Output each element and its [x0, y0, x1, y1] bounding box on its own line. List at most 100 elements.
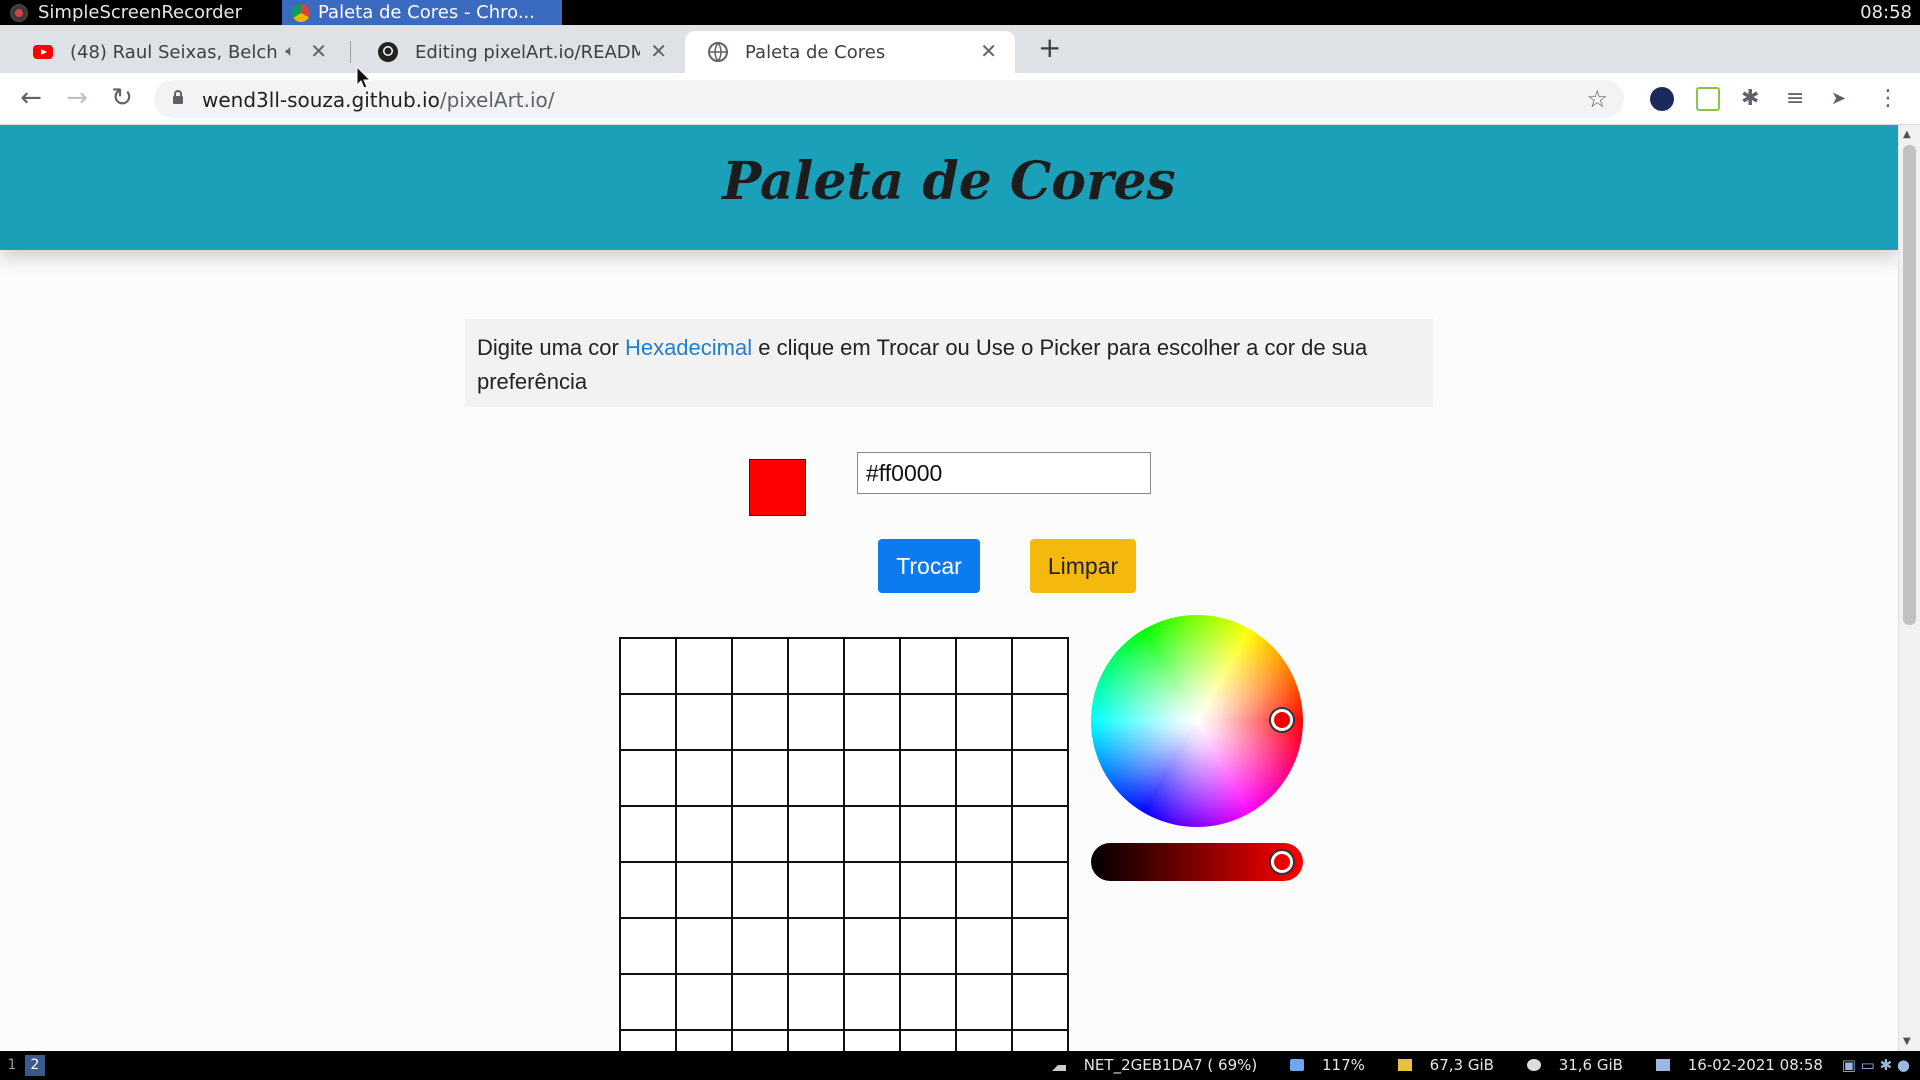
- pixel-cell[interactable]: [789, 863, 845, 919]
- tab-youtube[interactable]: (48) Raul Seixas, Belch 🔈︎ ✕: [10, 31, 345, 73]
- tab-paleta[interactable]: Paleta de Cores ✕: [685, 31, 1015, 73]
- pixel-cell[interactable]: [789, 1031, 845, 1051]
- pixel-cell[interactable]: [1013, 639, 1069, 695]
- pixel-cell[interactable]: [901, 695, 957, 751]
- pixel-cell[interactable]: [733, 751, 789, 807]
- pixel-cell[interactable]: [733, 863, 789, 919]
- pixel-cell[interactable]: [1013, 863, 1069, 919]
- tab-github[interactable]: Editing pixelArt.io/README ✕: [355, 31, 685, 73]
- workspace-1[interactable]: 1: [2, 1055, 22, 1076]
- pixel-cell[interactable]: [845, 863, 901, 919]
- pixel-cell[interactable]: [733, 639, 789, 695]
- pixel-cell[interactable]: [677, 863, 733, 919]
- taskbar-item-chrome[interactable]: Paleta de Cores - Chro...: [282, 0, 562, 25]
- pixel-cell[interactable]: [901, 863, 957, 919]
- forward-button[interactable]: →: [62, 85, 92, 111]
- pixel-cell[interactable]: [621, 919, 677, 975]
- media-control-icon[interactable]: ≡: [1786, 87, 1810, 111]
- pixel-cell[interactable]: [901, 975, 957, 1031]
- extension-sheet-icon[interactable]: [1696, 87, 1720, 111]
- pixel-cell[interactable]: [845, 807, 901, 863]
- scroll-up-arrow-icon[interactable]: ▲: [1903, 129, 1911, 140]
- pixel-cell[interactable]: [901, 1031, 957, 1051]
- pixel-cell[interactable]: [677, 639, 733, 695]
- pixel-cell[interactable]: [901, 919, 957, 975]
- pixel-cell[interactable]: [957, 1031, 1013, 1051]
- pixel-cell[interactable]: [957, 807, 1013, 863]
- pixel-cell[interactable]: [789, 751, 845, 807]
- close-tab-icon[interactable]: ✕: [310, 39, 327, 63]
- pixel-cell[interactable]: [1013, 919, 1069, 975]
- scroll-down-arrow-icon[interactable]: ▼: [1903, 1036, 1911, 1047]
- hexadecimal-link[interactable]: Hexadecimal: [625, 335, 752, 360]
- volume-status[interactable]: 117%: [1276, 1056, 1365, 1074]
- pixel-cell[interactable]: [845, 695, 901, 751]
- pixel-cell[interactable]: [789, 807, 845, 863]
- tray-icons[interactable]: ▣ ▭ ✱ ●: [1842, 1056, 1910, 1074]
- pixel-cell[interactable]: [901, 751, 957, 807]
- pixel-cell[interactable]: [789, 695, 845, 751]
- back-button[interactable]: ←: [16, 85, 46, 111]
- hex-color-input[interactable]: [857, 452, 1151, 494]
- pixel-cell[interactable]: [677, 695, 733, 751]
- limpar-button[interactable]: Limpar: [1030, 539, 1136, 593]
- extensions-puzzle-icon[interactable]: ✱: [1741, 87, 1765, 111]
- pixel-cell[interactable]: [901, 639, 957, 695]
- pixel-cell[interactable]: [845, 919, 901, 975]
- taskbar-item-screenrecorder[interactable]: SimpleScreenRecorder: [0, 0, 270, 25]
- pixel-cell[interactable]: [621, 639, 677, 695]
- pixel-cell[interactable]: [1013, 1031, 1069, 1051]
- bookmark-star-icon[interactable]: ☆: [1586, 85, 1608, 113]
- pixel-cell[interactable]: [957, 863, 1013, 919]
- pixel-cell[interactable]: [733, 1031, 789, 1051]
- pixel-cell[interactable]: [845, 975, 901, 1031]
- color-wheel-handle[interactable]: [1271, 709, 1293, 731]
- extension-arrow-icon[interactable]: ➤: [1831, 87, 1855, 111]
- network-status[interactable]: NET_2GEB1DA7 ( 69%): [1038, 1056, 1257, 1074]
- pixel-cell[interactable]: [677, 1031, 733, 1051]
- pixel-cell[interactable]: [845, 751, 901, 807]
- pixel-cell[interactable]: [1013, 695, 1069, 751]
- new-tab-button[interactable]: +: [1038, 33, 1061, 63]
- pixel-cell[interactable]: [621, 975, 677, 1031]
- scrollbar-thumb[interactable]: [1903, 145, 1916, 625]
- pixel-cell[interactable]: [733, 807, 789, 863]
- pixel-cell[interactable]: [845, 1031, 901, 1051]
- pixel-cell[interactable]: [733, 695, 789, 751]
- pixel-cell[interactable]: [957, 919, 1013, 975]
- pixel-cell[interactable]: [789, 975, 845, 1031]
- pixel-cell[interactable]: [677, 751, 733, 807]
- selected-color-swatch[interactable]: [749, 459, 806, 516]
- reload-button[interactable]: ↻: [107, 85, 137, 111]
- extension-profile-icon[interactable]: [1650, 87, 1674, 111]
- pixel-cell[interactable]: [677, 975, 733, 1031]
- pixel-cell[interactable]: [957, 751, 1013, 807]
- menu-kebab-icon[interactable]: ⋮: [1876, 87, 1900, 111]
- pixel-cell[interactable]: [1013, 975, 1069, 1031]
- trocar-button[interactable]: Trocar: [878, 539, 980, 593]
- close-tab-icon[interactable]: ✕: [650, 39, 667, 63]
- close-tab-icon[interactable]: ✕: [980, 39, 997, 63]
- pixel-cell[interactable]: [845, 639, 901, 695]
- pixel-cell[interactable]: [733, 975, 789, 1031]
- brightness-slider-handle[interactable]: [1271, 851, 1293, 873]
- pixel-cell[interactable]: [621, 751, 677, 807]
- pixel-cell[interactable]: [621, 1031, 677, 1051]
- pixel-cell[interactable]: [621, 807, 677, 863]
- pixel-cell[interactable]: [789, 639, 845, 695]
- pixel-cell[interactable]: [1013, 807, 1069, 863]
- pixel-cell[interactable]: [677, 807, 733, 863]
- workspace-2[interactable]: 2: [25, 1055, 45, 1076]
- date-time[interactable]: 16-02-2021 08:58: [1642, 1056, 1823, 1074]
- pixel-cell[interactable]: [957, 695, 1013, 751]
- pixel-cell[interactable]: [789, 919, 845, 975]
- pixel-cell[interactable]: [621, 695, 677, 751]
- pixel-cell[interactable]: [957, 975, 1013, 1031]
- pixel-cell[interactable]: [957, 639, 1013, 695]
- pixel-cell[interactable]: [621, 863, 677, 919]
- speaker-icon[interactable]: 🔈︎: [285, 41, 295, 61]
- pixel-cell[interactable]: [733, 919, 789, 975]
- page-scrollbar[interactable]: ▲ ▼: [1898, 125, 1920, 1051]
- address-bar[interactable]: wend3ll-souza.github.io/pixelArt.io/ ☆: [154, 80, 1624, 118]
- pixel-cell[interactable]: [677, 919, 733, 975]
